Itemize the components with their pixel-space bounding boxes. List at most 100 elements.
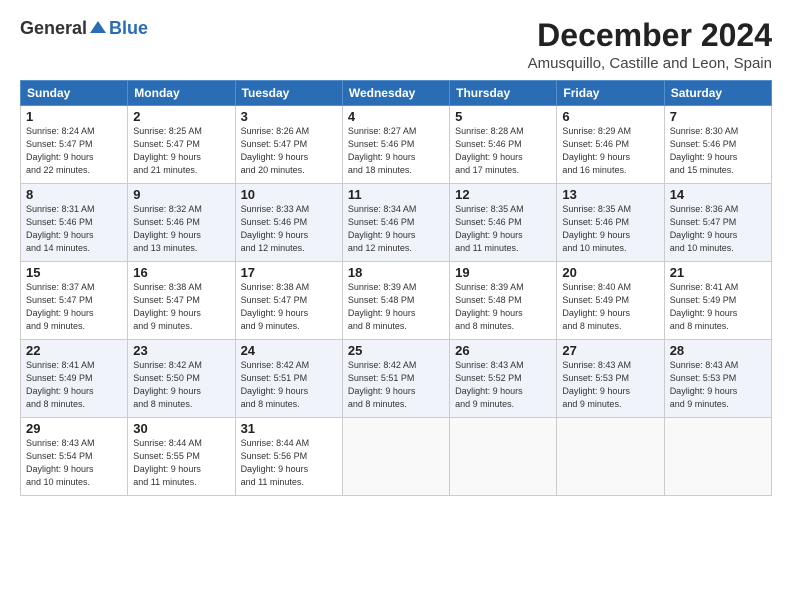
day-number: 30 <box>133 421 229 436</box>
day-info: Sunrise: 8:40 AM Sunset: 5:49 PM Dayligh… <box>562 281 658 333</box>
day-number: 20 <box>562 265 658 280</box>
day-info: Sunrise: 8:43 AM Sunset: 5:53 PM Dayligh… <box>562 359 658 411</box>
day-info: Sunrise: 8:38 AM Sunset: 5:47 PM Dayligh… <box>241 281 337 333</box>
calendar-week-row: 29Sunrise: 8:43 AM Sunset: 5:54 PM Dayli… <box>21 418 772 496</box>
day-info: Sunrise: 8:24 AM Sunset: 5:47 PM Dayligh… <box>26 125 122 177</box>
day-info: Sunrise: 8:28 AM Sunset: 5:46 PM Dayligh… <box>455 125 551 177</box>
day-number: 28 <box>670 343 766 358</box>
calendar-cell <box>450 418 557 496</box>
day-info: Sunrise: 8:35 AM Sunset: 5:46 PM Dayligh… <box>562 203 658 255</box>
calendar-cell: 7Sunrise: 8:30 AM Sunset: 5:46 PM Daylig… <box>664 106 771 184</box>
day-number: 2 <box>133 109 229 124</box>
day-info: Sunrise: 8:41 AM Sunset: 5:49 PM Dayligh… <box>26 359 122 411</box>
day-info: Sunrise: 8:42 AM Sunset: 5:50 PM Dayligh… <box>133 359 229 411</box>
month-title: December 2024 <box>528 18 772 53</box>
logo-general: General <box>20 18 87 39</box>
day-number: 21 <box>670 265 766 280</box>
calendar-week-row: 8Sunrise: 8:31 AM Sunset: 5:46 PM Daylig… <box>21 184 772 262</box>
day-number: 26 <box>455 343 551 358</box>
day-info: Sunrise: 8:29 AM Sunset: 5:46 PM Dayligh… <box>562 125 658 177</box>
calendar-cell: 18Sunrise: 8:39 AM Sunset: 5:48 PM Dayli… <box>342 262 449 340</box>
day-number: 11 <box>348 187 444 202</box>
day-number: 7 <box>670 109 766 124</box>
header-wednesday: Wednesday <box>342 81 449 106</box>
calendar-cell: 26Sunrise: 8:43 AM Sunset: 5:52 PM Dayli… <box>450 340 557 418</box>
day-number: 25 <box>348 343 444 358</box>
calendar-cell: 5Sunrise: 8:28 AM Sunset: 5:46 PM Daylig… <box>450 106 557 184</box>
day-info: Sunrise: 8:44 AM Sunset: 5:56 PM Dayligh… <box>241 437 337 489</box>
day-info: Sunrise: 8:34 AM Sunset: 5:46 PM Dayligh… <box>348 203 444 255</box>
day-number: 29 <box>26 421 122 436</box>
header-thursday: Thursday <box>450 81 557 106</box>
day-number: 15 <box>26 265 122 280</box>
subtitle: Amusquillo, Castille and Leon, Spain <box>528 55 772 72</box>
day-info: Sunrise: 8:25 AM Sunset: 5:47 PM Dayligh… <box>133 125 229 177</box>
day-number: 14 <box>670 187 766 202</box>
day-number: 16 <box>133 265 229 280</box>
title-block: December 2024 Amusquillo, Castille and L… <box>528 18 772 72</box>
day-info: Sunrise: 8:32 AM Sunset: 5:46 PM Dayligh… <box>133 203 229 255</box>
day-info: Sunrise: 8:26 AM Sunset: 5:47 PM Dayligh… <box>241 125 337 177</box>
calendar-cell: 1Sunrise: 8:24 AM Sunset: 5:47 PM Daylig… <box>21 106 128 184</box>
calendar-cell: 10Sunrise: 8:33 AM Sunset: 5:46 PM Dayli… <box>235 184 342 262</box>
day-info: Sunrise: 8:37 AM Sunset: 5:47 PM Dayligh… <box>26 281 122 333</box>
calendar-cell: 12Sunrise: 8:35 AM Sunset: 5:46 PM Dayli… <box>450 184 557 262</box>
day-info: Sunrise: 8:42 AM Sunset: 5:51 PM Dayligh… <box>241 359 337 411</box>
day-number: 1 <box>26 109 122 124</box>
page: General Blue December 2024 Amusquillo, C… <box>0 0 792 612</box>
day-number: 31 <box>241 421 337 436</box>
calendar-cell: 2Sunrise: 8:25 AM Sunset: 5:47 PM Daylig… <box>128 106 235 184</box>
calendar-cell: 30Sunrise: 8:44 AM Sunset: 5:55 PM Dayli… <box>128 418 235 496</box>
day-number: 5 <box>455 109 551 124</box>
logo-text: General Blue <box>20 18 148 39</box>
day-info: Sunrise: 8:33 AM Sunset: 5:46 PM Dayligh… <box>241 203 337 255</box>
calendar-cell: 17Sunrise: 8:38 AM Sunset: 5:47 PM Dayli… <box>235 262 342 340</box>
day-number: 27 <box>562 343 658 358</box>
calendar-cell: 15Sunrise: 8:37 AM Sunset: 5:47 PM Dayli… <box>21 262 128 340</box>
day-info: Sunrise: 8:35 AM Sunset: 5:46 PM Dayligh… <box>455 203 551 255</box>
calendar-cell: 4Sunrise: 8:27 AM Sunset: 5:46 PM Daylig… <box>342 106 449 184</box>
day-number: 22 <box>26 343 122 358</box>
calendar-cell <box>342 418 449 496</box>
calendar-cell: 21Sunrise: 8:41 AM Sunset: 5:49 PM Dayli… <box>664 262 771 340</box>
calendar-cell: 24Sunrise: 8:42 AM Sunset: 5:51 PM Dayli… <box>235 340 342 418</box>
calendar-cell: 23Sunrise: 8:42 AM Sunset: 5:50 PM Dayli… <box>128 340 235 418</box>
day-number: 19 <box>455 265 551 280</box>
calendar-cell: 27Sunrise: 8:43 AM Sunset: 5:53 PM Dayli… <box>557 340 664 418</box>
calendar-cell: 28Sunrise: 8:43 AM Sunset: 5:53 PM Dayli… <box>664 340 771 418</box>
calendar-cell: 22Sunrise: 8:41 AM Sunset: 5:49 PM Dayli… <box>21 340 128 418</box>
day-info: Sunrise: 8:31 AM Sunset: 5:46 PM Dayligh… <box>26 203 122 255</box>
calendar-cell: 25Sunrise: 8:42 AM Sunset: 5:51 PM Dayli… <box>342 340 449 418</box>
day-info: Sunrise: 8:39 AM Sunset: 5:48 PM Dayligh… <box>348 281 444 333</box>
calendar-week-row: 22Sunrise: 8:41 AM Sunset: 5:49 PM Dayli… <box>21 340 772 418</box>
header-tuesday: Tuesday <box>235 81 342 106</box>
day-info: Sunrise: 8:36 AM Sunset: 5:47 PM Dayligh… <box>670 203 766 255</box>
calendar-cell <box>557 418 664 496</box>
day-info: Sunrise: 8:38 AM Sunset: 5:47 PM Dayligh… <box>133 281 229 333</box>
header-friday: Friday <box>557 81 664 106</box>
day-number: 4 <box>348 109 444 124</box>
calendar-cell: 31Sunrise: 8:44 AM Sunset: 5:56 PM Dayli… <box>235 418 342 496</box>
day-number: 3 <box>241 109 337 124</box>
calendar-cell: 11Sunrise: 8:34 AM Sunset: 5:46 PM Dayli… <box>342 184 449 262</box>
calendar-cell: 8Sunrise: 8:31 AM Sunset: 5:46 PM Daylig… <box>21 184 128 262</box>
day-number: 17 <box>241 265 337 280</box>
calendar-cell: 13Sunrise: 8:35 AM Sunset: 5:46 PM Dayli… <box>557 184 664 262</box>
logo-icon <box>88 19 108 39</box>
day-info: Sunrise: 8:43 AM Sunset: 5:53 PM Dayligh… <box>670 359 766 411</box>
header-saturday: Saturday <box>664 81 771 106</box>
day-number: 6 <box>562 109 658 124</box>
day-info: Sunrise: 8:44 AM Sunset: 5:55 PM Dayligh… <box>133 437 229 489</box>
calendar-cell: 14Sunrise: 8:36 AM Sunset: 5:47 PM Dayli… <box>664 184 771 262</box>
day-info: Sunrise: 8:30 AM Sunset: 5:46 PM Dayligh… <box>670 125 766 177</box>
logo-blue: Blue <box>109 18 148 39</box>
day-info: Sunrise: 8:43 AM Sunset: 5:52 PM Dayligh… <box>455 359 551 411</box>
calendar-cell: 9Sunrise: 8:32 AM Sunset: 5:46 PM Daylig… <box>128 184 235 262</box>
header-sunday: Sunday <box>21 81 128 106</box>
calendar-cell <box>664 418 771 496</box>
calendar-cell: 19Sunrise: 8:39 AM Sunset: 5:48 PM Dayli… <box>450 262 557 340</box>
header: General Blue December 2024 Amusquillo, C… <box>20 18 772 72</box>
day-number: 10 <box>241 187 337 202</box>
day-info: Sunrise: 8:43 AM Sunset: 5:54 PM Dayligh… <box>26 437 122 489</box>
day-info: Sunrise: 8:39 AM Sunset: 5:48 PM Dayligh… <box>455 281 551 333</box>
